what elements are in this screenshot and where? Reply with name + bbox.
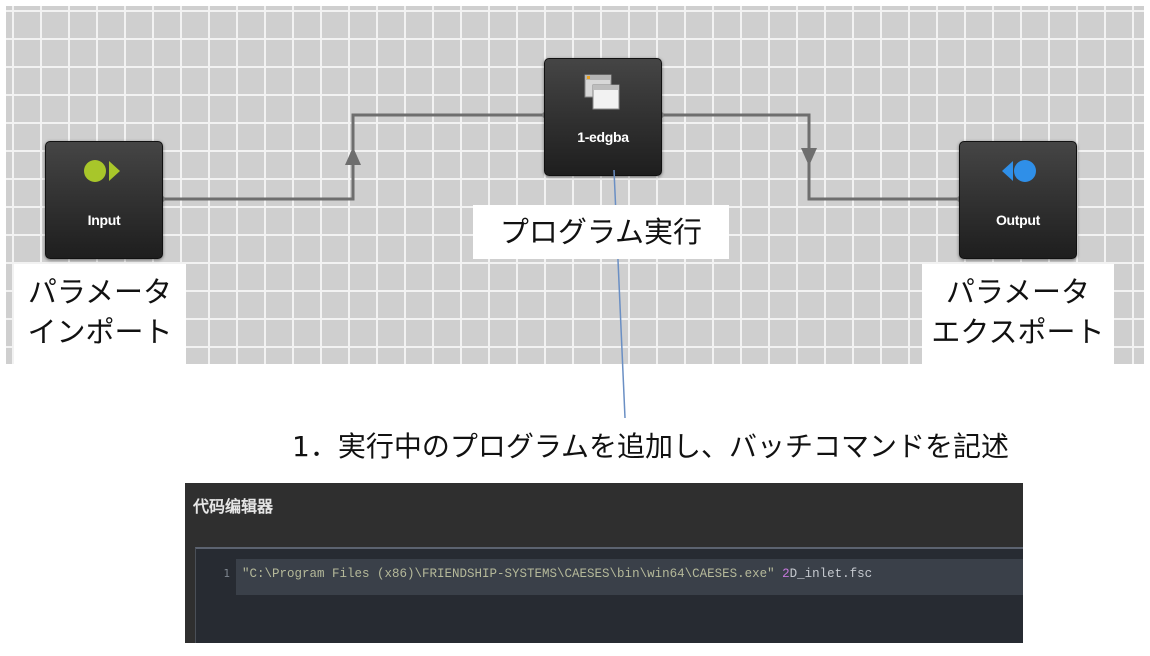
code-string-token: "C:\Program Files (x86)\FRIENDSHIP-SYSTE… [242,567,775,581]
param-export-line1: パラメータ [945,275,1091,309]
code-plain-token: D_inlet.fsc [789,567,873,581]
code-line[interactable]: "C:\Program Files (x86)\FRIENDSHIP-SYSTE… [236,559,1023,595]
line-number: 1 [223,567,230,580]
param-import-line1: パラメータ [27,275,173,309]
code-area[interactable]: 1 "C:\Program Files (x86)\FRIENDSHIP-SYS… [195,547,1023,643]
param-export-line2: エクスポート [931,315,1105,349]
code-text: "C:\Program Files (x86)\FRIENDSHIP-SYSTE… [242,567,872,581]
step-label: 1．実行中のプログラムを追加し、バッチコマンドを記述 [292,430,1009,463]
param-import-line2: インポート [27,315,173,349]
program-exec-caption: プログラム実行 [473,205,729,259]
code-number-token: 2 [782,567,790,581]
param-export-caption: パラメータ エクスポート [922,264,1114,368]
param-import-caption: パラメータ インポート [14,264,186,368]
code-editor-panel: 代码编辑器 1 "C:\Program Files (x86)\FRIENDSH… [185,483,1023,643]
editor-title: 代码编辑器 [193,497,274,516]
